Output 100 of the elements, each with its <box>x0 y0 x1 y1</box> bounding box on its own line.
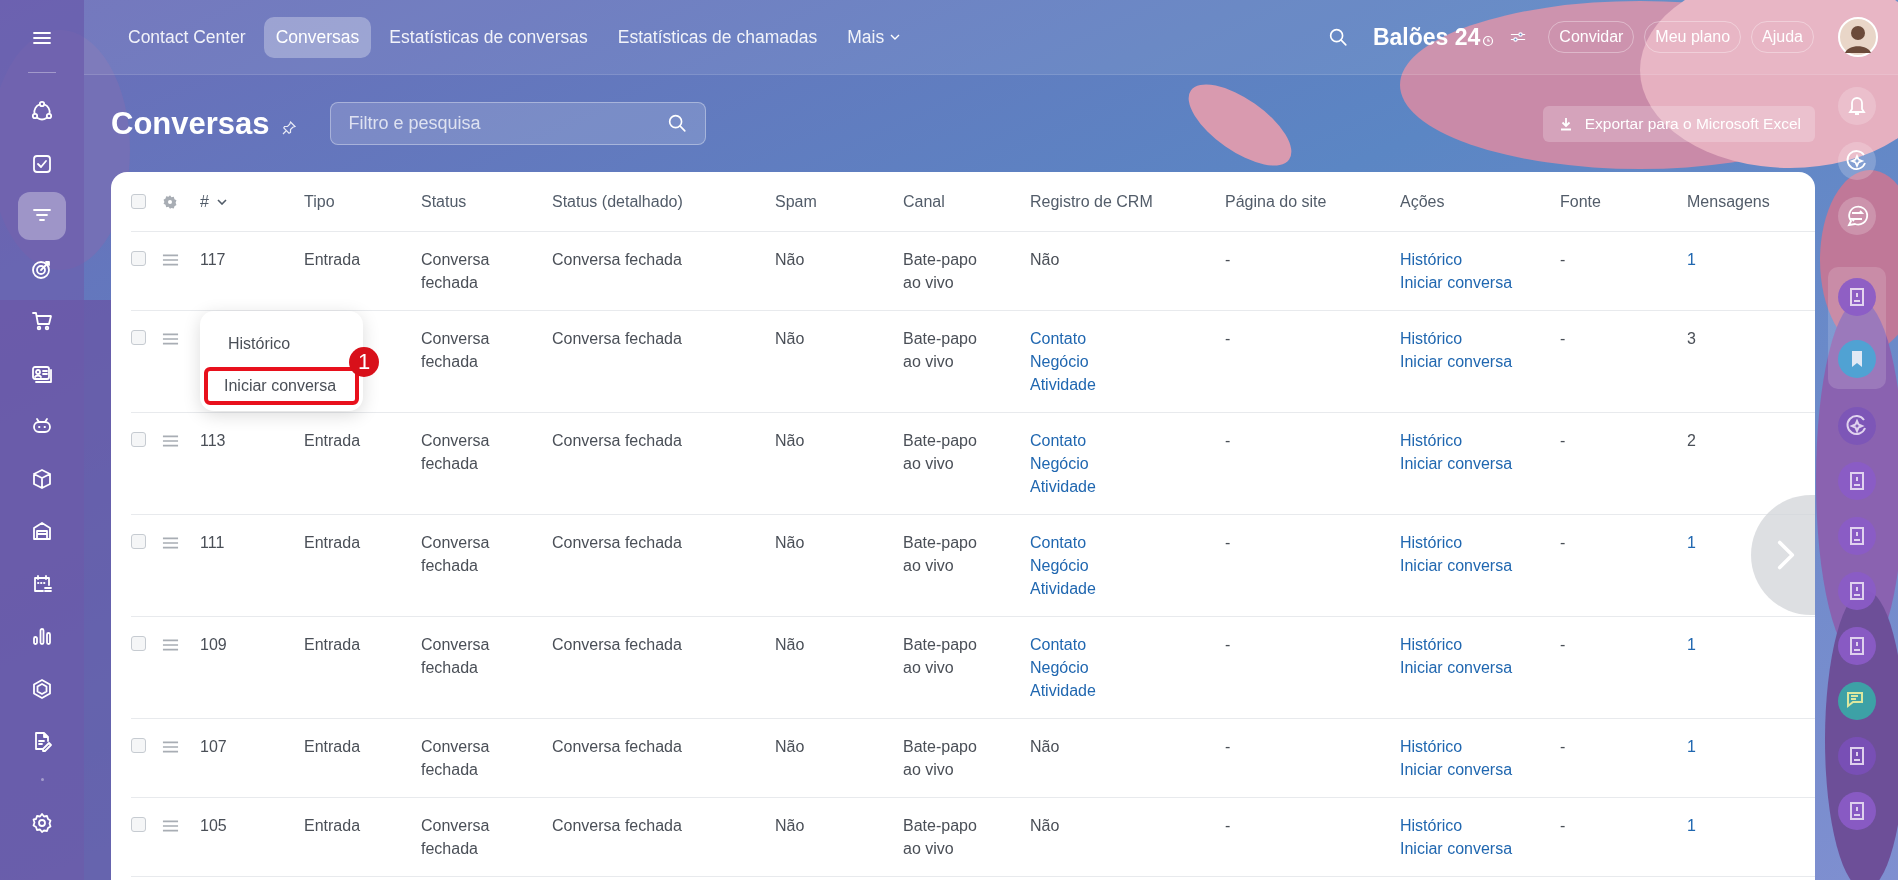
action-link[interactable]: Histórico <box>1400 248 1463 271</box>
messages-link[interactable]: 1 <box>1687 817 1696 834</box>
menu-item[interactable]: Iniciar conversa <box>204 367 359 405</box>
action-link[interactable]: Histórico <box>1400 429 1463 452</box>
crm-link[interactable]: Negócio <box>1030 554 1089 577</box>
table-cell-text: Conversa fechada <box>552 533 683 553</box>
contact-book-icon[interactable] <box>1836 626 1877 666</box>
contact-book-icon[interactable] <box>1836 461 1877 501</box>
contact-book-icon[interactable] <box>1836 277 1877 317</box>
sidebar-item[interactable] <box>18 192 66 240</box>
checkbox[interactable] <box>131 534 146 549</box>
messages-link[interactable]: 1 <box>1687 534 1696 551</box>
contact-book-icon[interactable] <box>1836 516 1877 556</box>
contact-book-icon[interactable] <box>1836 736 1877 776</box>
column-header[interactable]: Ações <box>1400 192 1560 211</box>
crm-link[interactable]: Negócio <box>1030 656 1089 679</box>
table-cell-text: Não <box>775 533 806 553</box>
action-link[interactable]: Iniciar conversa <box>1400 452 1513 475</box>
column-header[interactable]: Canal <box>903 192 1030 211</box>
row-menu-icon[interactable] <box>162 741 179 753</box>
column-header[interactable]: Status <box>421 192 552 211</box>
bookmark-icon[interactable] <box>1836 339 1877 379</box>
action-link[interactable]: Histórico <box>1400 531 1463 554</box>
table-cell-text: 105 <box>200 816 228 836</box>
bell-icon[interactable] <box>1836 86 1877 126</box>
table-cell-text: Conversa fechada <box>552 431 683 451</box>
row-menu-icon[interactable] <box>162 820 179 832</box>
checkbox[interactable] <box>131 738 146 753</box>
nav-tab[interactable]: Estatísticas de conversas <box>377 16 600 58</box>
row-menu-icon[interactable] <box>162 537 179 549</box>
crm-link[interactable]: Negócio <box>1030 350 1089 373</box>
checkbox[interactable] <box>131 432 146 447</box>
sparkle-ring-icon[interactable] <box>1836 406 1877 446</box>
crm-link[interactable]: Atividade <box>1030 373 1096 396</box>
row-menu-icon[interactable] <box>162 435 179 447</box>
checkbox[interactable] <box>131 817 146 832</box>
crm-link[interactable]: Contato <box>1030 429 1087 452</box>
action-link[interactable]: Iniciar conversa <box>1400 350 1513 373</box>
checkbox[interactable] <box>131 251 146 266</box>
sparkle-ring-icon[interactable] <box>1836 141 1877 181</box>
crm-link[interactable]: Negócio <box>1030 452 1089 475</box>
action-link[interactable]: Iniciar conversa <box>1400 758 1513 781</box>
column-header[interactable]: Página do site <box>1225 192 1400 211</box>
column-header[interactable]: Tipo <box>304 192 421 211</box>
messages-link[interactable]: 1 <box>1687 251 1696 268</box>
column-header[interactable]: Status (detalhado) <box>552 192 775 211</box>
column-header[interactable]: Mensagens <box>1687 192 1815 211</box>
dot-icon <box>40 777 44 781</box>
checkbox[interactable] <box>131 636 146 651</box>
messages-link[interactable]: 1 <box>1687 738 1696 755</box>
crm-link[interactable]: Contato <box>1030 327 1087 350</box>
checkbox[interactable] <box>131 194 146 209</box>
crm-link[interactable]: Atividade <box>1030 577 1096 600</box>
table-cell-text: Não <box>775 431 806 451</box>
action-link[interactable]: Histórico <box>1400 735 1463 758</box>
table-cell-text: Não <box>1030 250 1060 270</box>
table-cell-text: Conversa fechada <box>552 737 683 757</box>
column-header[interactable]: # <box>200 192 304 211</box>
avatar[interactable] <box>1838 17 1878 57</box>
crm-link[interactable]: Contato <box>1030 633 1087 656</box>
clock-icon <box>1482 35 1495 47</box>
column-header[interactable]: Spam <box>775 192 903 211</box>
table-cell-text: Não <box>775 635 806 655</box>
table-cell-text: - <box>1225 816 1232 836</box>
action-link[interactable]: Histórico <box>1400 633 1463 656</box>
table-cell-text: - <box>1560 816 1567 836</box>
contact-book-icon[interactable] <box>1836 571 1877 611</box>
crm-link[interactable]: Atividade <box>1030 679 1096 702</box>
table-cell-text: Bate-papo ao vivo <box>903 250 978 293</box>
action-link[interactable]: Iniciar conversa <box>1400 554 1513 577</box>
column-header[interactable]: Registro de CRM <box>1030 192 1225 211</box>
action-link[interactable]: Histórico <box>1400 814 1463 837</box>
column-header[interactable]: Fonte <box>1560 192 1687 211</box>
chat-icon[interactable] <box>1836 681 1877 721</box>
messages-link[interactable]: 1 <box>1687 636 1696 653</box>
crm-link[interactable]: Atividade <box>1030 475 1096 498</box>
row-menu-icon[interactable] <box>162 254 179 266</box>
table-cell-text: Conversa fechada <box>552 635 683 655</box>
action-link[interactable]: Iniciar conversa <box>1400 837 1513 860</box>
exchange-chat-icon[interactable] <box>1836 196 1877 236</box>
nodes-icon <box>30 99 54 123</box>
action-link[interactable]: Iniciar conversa <box>1400 271 1513 294</box>
table-cell-text: Não <box>775 816 806 836</box>
more-menu[interactable]: Mais <box>835 16 913 58</box>
nav-tab[interactable]: Contact Center <box>116 16 258 58</box>
table-cell-text: - <box>1560 533 1567 553</box>
crm-link[interactable]: Contato <box>1030 531 1087 554</box>
nav-tab[interactable]: Estatísticas de chamadas <box>605 16 830 58</box>
table-cell-text: Conversa fechada <box>552 250 683 270</box>
settings-icon[interactable] <box>30 810 54 835</box>
table-cell-text: Conversa fechada <box>421 250 491 293</box>
brand-name: Balões 24 <box>1372 23 1481 51</box>
box-icon <box>30 466 54 491</box>
table-cell-text: Bate-papo ao vivo <box>903 533 978 576</box>
row-menu-icon[interactable] <box>162 639 179 651</box>
row-menu-icon[interactable] <box>162 333 179 345</box>
action-link[interactable]: Iniciar conversa <box>1400 656 1513 679</box>
contact-book-icon[interactable] <box>1836 791 1877 831</box>
checkbox[interactable] <box>131 330 146 345</box>
action-link[interactable]: Histórico <box>1400 327 1463 350</box>
